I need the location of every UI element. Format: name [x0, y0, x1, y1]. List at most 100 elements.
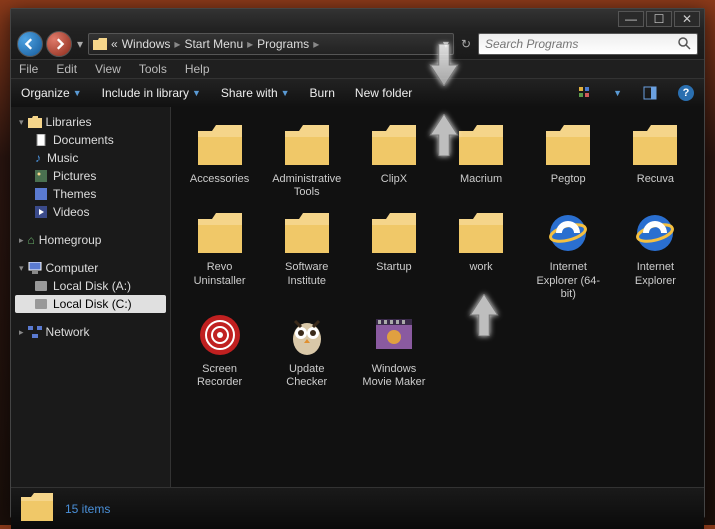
file-item[interactable]: Internet Explorer (64-bit)	[526, 207, 611, 303]
sidebar-item-music[interactable]: ♪Music	[15, 149, 166, 167]
file-label: ClipX	[381, 173, 407, 186]
sidebar-item-pictures[interactable]: Pictures	[15, 167, 166, 185]
file-item[interactable]: Revo Uninstaller	[177, 207, 262, 303]
view-dropdown[interactable]: ▼	[613, 88, 622, 98]
maximize-button[interactable]: ☐	[646, 11, 672, 27]
view-options-button[interactable]	[577, 85, 593, 101]
menu-edit[interactable]: Edit	[56, 62, 77, 76]
sidebar-item-videos[interactable]: Videos	[15, 203, 166, 221]
explorer-body: ▾ Libraries Documents ♪Music Pictures Th…	[11, 107, 704, 487]
folder-icon	[283, 121, 331, 169]
include-library-button[interactable]: Include in library▼	[102, 86, 201, 100]
menu-help[interactable]: Help	[185, 62, 210, 76]
sidebar-item-themes[interactable]: Themes	[15, 185, 166, 203]
file-item[interactable]: Software Institute	[264, 207, 349, 303]
breadcrumb-part[interactable]: Windows	[122, 37, 171, 51]
file-label: Screen Recorder	[184, 363, 256, 389]
organize-button[interactable]: Organize▼	[21, 86, 82, 100]
breadcrumb-part[interactable]: Programs	[257, 37, 309, 51]
minimize-button[interactable]: —	[618, 11, 644, 27]
history-dropdown[interactable]: ▾	[75, 37, 85, 51]
file-label: work	[469, 261, 492, 274]
file-item[interactable]: Macrium	[438, 119, 523, 201]
file-item[interactable]: ClipX	[351, 119, 436, 201]
ie-icon	[544, 209, 592, 257]
folder-icon	[21, 493, 53, 525]
sidebar-item-disk-c[interactable]: Local Disk (C:)	[15, 295, 166, 313]
help-button[interactable]: ?	[678, 85, 694, 101]
sidebar-item-disk-a[interactable]: Local Disk (A:)	[15, 277, 166, 295]
item-count: 15 items	[65, 502, 110, 516]
recorder-icon	[196, 311, 244, 359]
file-item[interactable]: Screen Recorder	[177, 309, 262, 391]
folder-icon	[370, 209, 418, 257]
folder-icon	[544, 121, 592, 169]
search-box[interactable]	[478, 33, 698, 55]
folder-icon	[457, 209, 505, 257]
file-item[interactable]: Accessories	[177, 119, 262, 201]
address-bar[interactable]: « Windows ▸ Start Menu ▸ Programs ▸ ▾	[88, 33, 454, 55]
sidebar-homegroup[interactable]: ▸⌂Homegroup	[15, 231, 166, 249]
movie-icon	[370, 311, 418, 359]
file-item[interactable]: work	[438, 207, 523, 303]
folder-icon	[283, 209, 331, 257]
sidebar-computer[interactable]: ▾Computer	[15, 259, 166, 277]
owl-icon	[283, 311, 331, 359]
file-label: Pegtop	[551, 173, 586, 186]
breadcrumb-pre: «	[111, 37, 118, 51]
new-folder-button[interactable]: New folder	[355, 86, 412, 100]
file-item[interactable]: Windows Movie Maker	[351, 309, 436, 391]
breadcrumb-sep: ▸	[174, 37, 180, 51]
file-item[interactable]: Startup	[351, 207, 436, 303]
items-view[interactable]: Accessories Administrative Tools ClipX Macr…	[171, 107, 704, 487]
titlebar: — ☐ ✕	[11, 9, 704, 29]
ie-icon	[631, 209, 679, 257]
file-label: Administrative Tools	[271, 173, 343, 199]
menu-view[interactable]: View	[95, 62, 121, 76]
menu-bar: File Edit View Tools Help	[11, 59, 704, 79]
refresh-button[interactable]: ↻	[457, 37, 475, 51]
file-label: Internet Explorer	[619, 261, 691, 287]
file-label: Recuva	[637, 173, 674, 186]
folder-icon	[631, 121, 679, 169]
folder-icon	[457, 121, 505, 169]
search-input[interactable]	[485, 37, 677, 51]
file-item[interactable]: Administrative Tools	[264, 119, 349, 201]
file-label: Macrium	[460, 173, 502, 186]
navigation-bar: ▾ « Windows ▸ Start Menu ▸ Programs ▸ ▾ …	[11, 29, 704, 59]
file-label: Update Checker	[271, 363, 343, 389]
search-icon[interactable]	[677, 36, 691, 53]
back-button[interactable]	[17, 31, 43, 57]
file-label: Software Institute	[271, 261, 343, 287]
sidebar-network[interactable]: ▸Network	[15, 323, 166, 341]
menu-tools[interactable]: Tools	[139, 62, 167, 76]
breadcrumb-sep: ▸	[313, 37, 319, 51]
navigation-pane: ▾ Libraries Documents ♪Music Pictures Th…	[11, 107, 171, 487]
breadcrumb-sep: ▸	[247, 37, 253, 51]
sidebar-libraries[interactable]: ▾ Libraries	[15, 113, 166, 131]
sidebar-item-documents[interactable]: Documents	[15, 131, 166, 149]
share-with-button[interactable]: Share with▼	[221, 86, 290, 100]
forward-button[interactable]	[46, 31, 72, 57]
breadcrumb-dropdown[interactable]: ▾	[443, 37, 449, 51]
breadcrumb-part[interactable]: Start Menu	[184, 37, 243, 51]
file-label: Startup	[376, 261, 411, 274]
file-item[interactable]: Pegtop	[526, 119, 611, 201]
folder-icon	[370, 121, 418, 169]
menu-file[interactable]: File	[19, 62, 38, 76]
close-button[interactable]: ✕	[674, 11, 700, 27]
command-bar: Organize▼ Include in library▼ Share with…	[11, 79, 704, 107]
status-bar: 15 items	[11, 487, 704, 529]
file-label: Revo Uninstaller	[184, 261, 256, 287]
file-label: Internet Explorer (64-bit)	[532, 261, 604, 301]
preview-pane-button[interactable]	[642, 85, 658, 101]
file-label: Windows Movie Maker	[358, 363, 430, 389]
folder-icon	[196, 209, 244, 257]
file-item[interactable]: Recuva	[613, 119, 698, 201]
folder-icon	[196, 121, 244, 169]
burn-button[interactable]: Burn	[310, 86, 335, 100]
file-item[interactable]: Update Checker	[264, 309, 349, 391]
file-item[interactable]: Internet Explorer	[613, 207, 698, 303]
file-label: Accessories	[190, 173, 249, 186]
explorer-window: — ☐ ✕ ▾ « Windows ▸ Start Menu ▸ Program…	[10, 8, 705, 518]
